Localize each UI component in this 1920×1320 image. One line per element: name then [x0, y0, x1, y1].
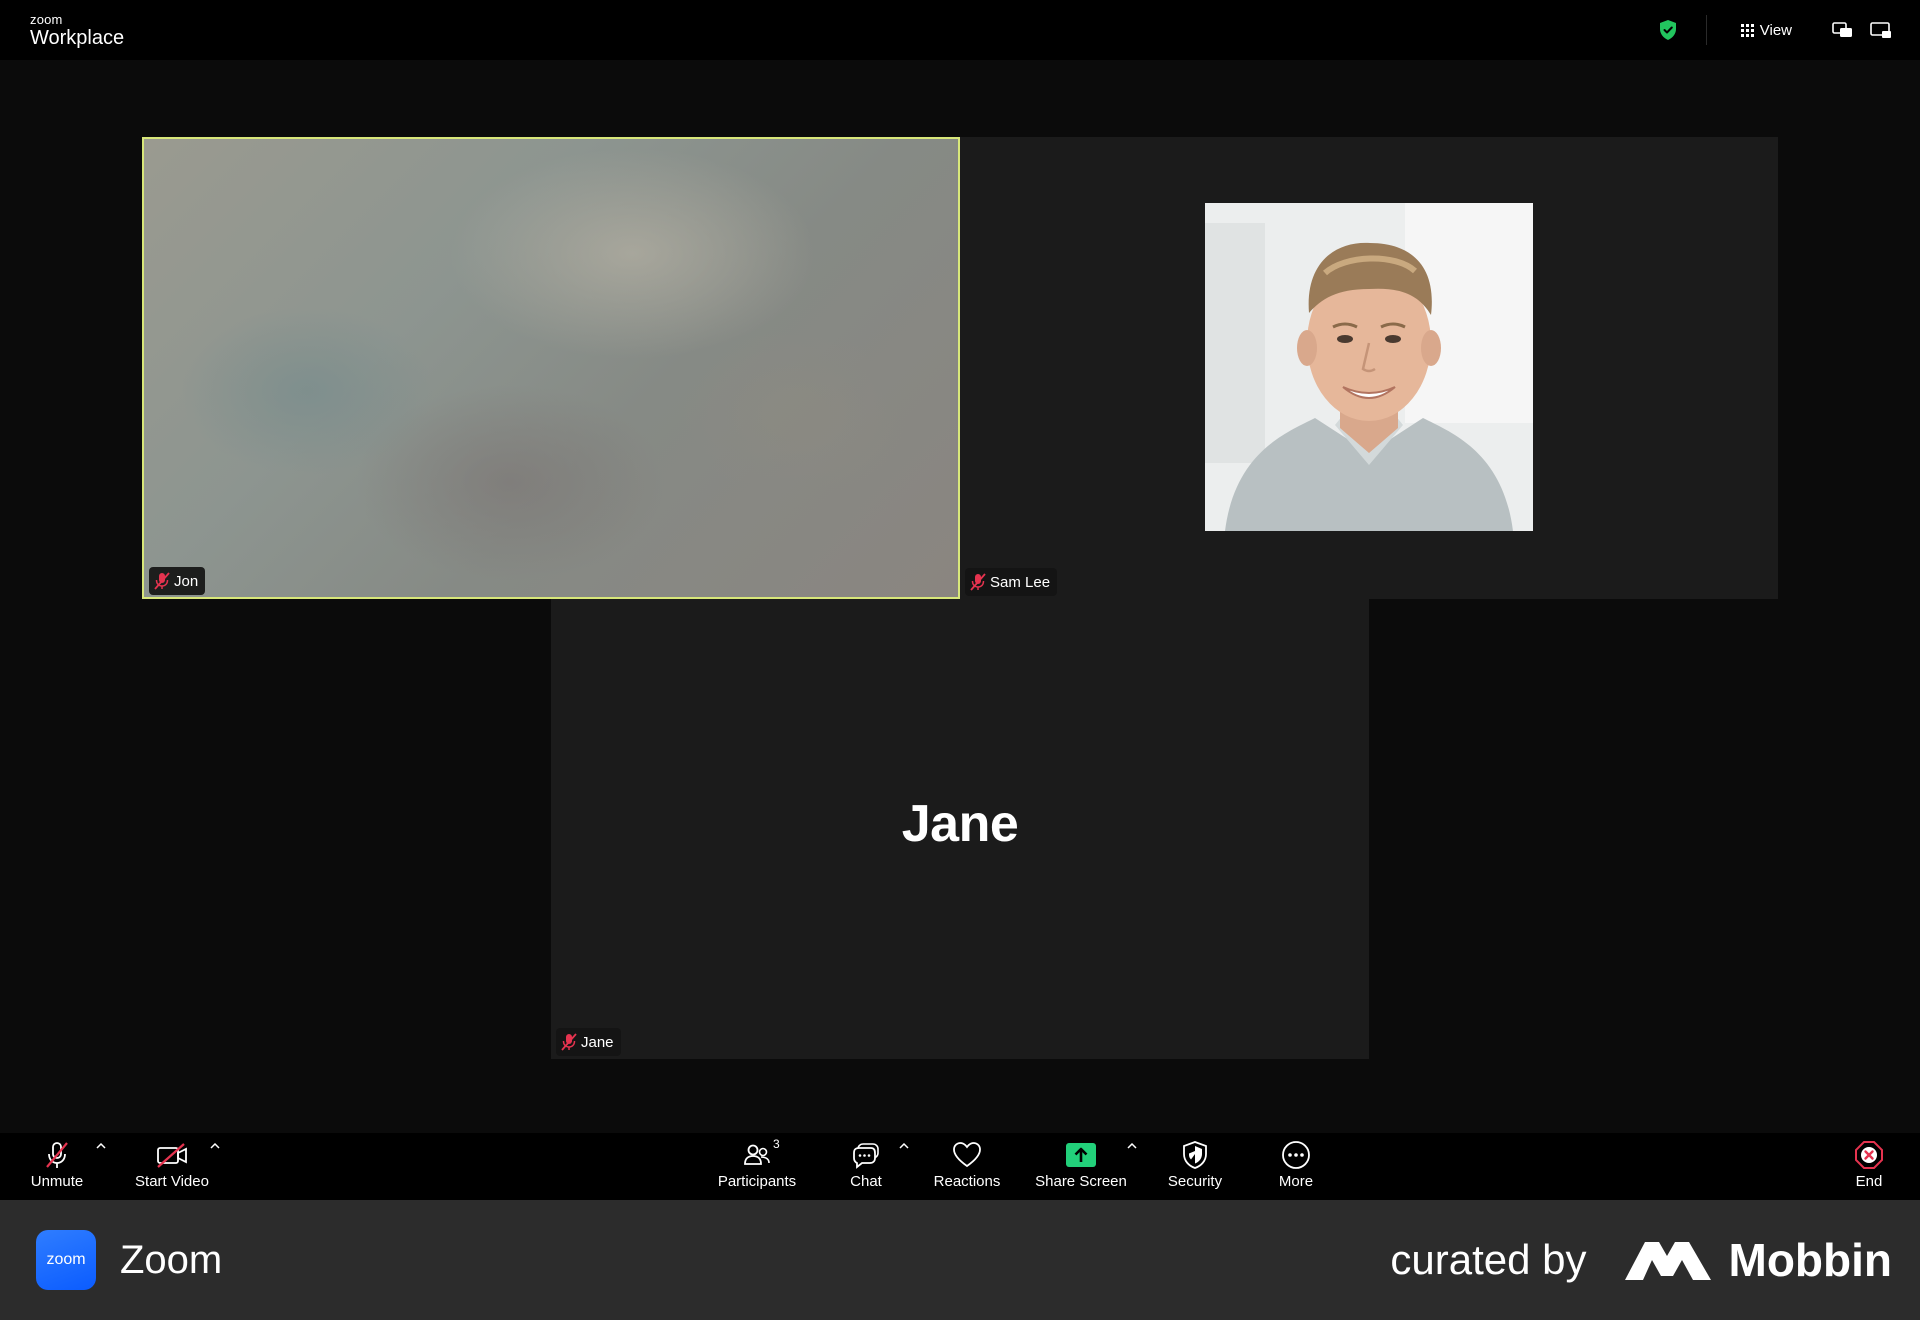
name-tag-sam-lee: Sam Lee: [965, 568, 1058, 596]
heart-icon: [953, 1142, 981, 1168]
mobbin-logo-icon: [1624, 1242, 1711, 1280]
zoom-app-logo: zoom: [36, 1230, 96, 1290]
video-options-caret-icon[interactable]: [208, 1139, 222, 1153]
zoom-workplace-logo: zoom Workplace: [30, 13, 124, 48]
chat-label: Chat: [850, 1173, 882, 1190]
participants-button[interactable]: Participants: [712, 1133, 802, 1200]
name-tag-label: Jon: [174, 572, 199, 590]
encryption-shield-icon[interactable]: [1658, 19, 1678, 41]
security-shield-icon: [1183, 1141, 1207, 1169]
top-right-controls: View: [1658, 0, 1892, 60]
reactions-label: Reactions: [933, 1173, 1001, 1190]
chat-button[interactable]: Chat: [836, 1133, 896, 1200]
video-tile-jon[interactable]: Jon: [142, 137, 960, 599]
meeting-controls-toolbar: Unmute Start Video Participants 3 Chat R…: [0, 1133, 1920, 1200]
brand-big-text: Workplace: [30, 26, 125, 49]
end-label: End: [1855, 1173, 1883, 1190]
avatar-portrait-image: [1205, 203, 1533, 531]
participants-icon: [744, 1144, 770, 1165]
name-tag-jon: Jon: [149, 567, 206, 595]
app-name: Zoom: [120, 1237, 223, 1282]
participant-display-name: Jane: [901, 795, 1019, 853]
video-tile-sam-lee[interactable]: Sam Lee: [960, 137, 1778, 599]
unmute-button[interactable]: Unmute: [22, 1133, 92, 1200]
muted-mic-icon: [561, 1033, 577, 1051]
name-tag-label: Jane: [581, 1033, 614, 1051]
participants-label: Participants: [717, 1173, 797, 1190]
profile-photo: [1205, 203, 1533, 531]
share-screen-arrow-icon: [1066, 1143, 1096, 1167]
start-video-label: Start Video: [135, 1173, 209, 1190]
view-button[interactable]: View: [1740, 21, 1792, 39]
mobbin-wordmark: Mobbin: [1728, 1234, 1893, 1286]
grid-view-icon: [1740, 23, 1754, 37]
view-label: View: [1759, 21, 1792, 39]
chat-icon: [853, 1143, 879, 1169]
end-meeting-button[interactable]: End: [1846, 1133, 1892, 1200]
name-tag-jane: Jane: [556, 1028, 621, 1056]
brand-small-text: zoom: [30, 11, 63, 27]
security-label: Security: [1167, 1173, 1223, 1190]
chat-options-caret-icon[interactable]: [897, 1139, 911, 1153]
muted-mic-icon: [970, 573, 986, 591]
unmute-label: Unmute: [30, 1173, 84, 1190]
curated-by-text: curated by: [1390, 1236, 1587, 1283]
video-tile-jane[interactable]: Jane Jane: [551, 599, 1369, 1059]
curated-by-block: curated by Mobbin: [1390, 1200, 1892, 1320]
share-screen-label: Share Screen: [1035, 1173, 1127, 1190]
video-off-icon: [157, 1143, 187, 1168]
picture-in-picture-icon[interactable]: [1832, 21, 1854, 39]
more-ellipsis-icon: [1282, 1141, 1310, 1169]
muted-mic-icon: [154, 572, 170, 590]
audio-options-caret-icon[interactable]: [94, 1139, 108, 1153]
top-bar: zoom Workplace View: [0, 0, 1920, 60]
muted-microphone-icon: [46, 1142, 68, 1168]
start-video-button[interactable]: Start Video: [126, 1133, 218, 1200]
more-button[interactable]: More: [1266, 1133, 1326, 1200]
zoom-meeting-window: zoom Workplace View Jon Sam Lee Jane Jan…: [0, 0, 1920, 1200]
fullscreen-icon[interactable]: [1870, 21, 1892, 39]
top-divider: [1705, 15, 1707, 45]
name-tag-label: Sam Lee: [990, 573, 1051, 591]
participants-count-badge: 3: [773, 1137, 780, 1151]
zoom-logo-text: zoom: [46, 1251, 86, 1268]
more-label: More: [1278, 1173, 1314, 1190]
end-call-icon: [1855, 1141, 1883, 1169]
footer-brand-strip: zoom Zoom curated by Mobbin: [0, 1200, 1920, 1320]
share-options-caret-icon[interactable]: [1125, 1139, 1139, 1153]
security-button[interactable]: Security: [1160, 1133, 1230, 1200]
reactions-button[interactable]: Reactions: [928, 1133, 1006, 1200]
share-screen-button[interactable]: Share Screen: [1032, 1133, 1130, 1200]
